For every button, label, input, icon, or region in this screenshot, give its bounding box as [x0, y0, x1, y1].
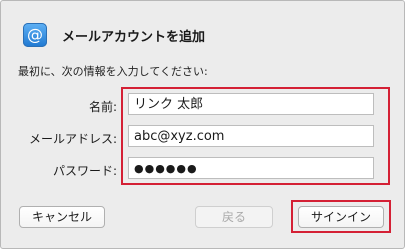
name-field[interactable]: リンク 太郎 — [128, 93, 374, 115]
password-field[interactable]: ●●●●●● — [128, 157, 374, 179]
add-mail-account-dialog: @ メールアカウントを追加 最初に、次の情報を入力してください: 名前: リンク… — [0, 0, 405, 249]
back-button[interactable]: 戻る — [195, 206, 273, 228]
sign-in-button[interactable]: サインイン — [298, 206, 384, 228]
cancel-button[interactable]: キャンセル — [19, 206, 105, 228]
dialog-title: メールアカウントを追加 — [62, 30, 206, 45]
at-sign-icon: @ — [23, 23, 47, 47]
instruction-text: 最初に、次の情報を入力してください: — [18, 65, 208, 78]
name-label: 名前: — [88, 100, 117, 114]
password-label: パスワード: — [52, 164, 117, 178]
email-field[interactable]: abc@xyz.com — [128, 125, 374, 147]
email-label: メールアドレス: — [28, 132, 117, 146]
